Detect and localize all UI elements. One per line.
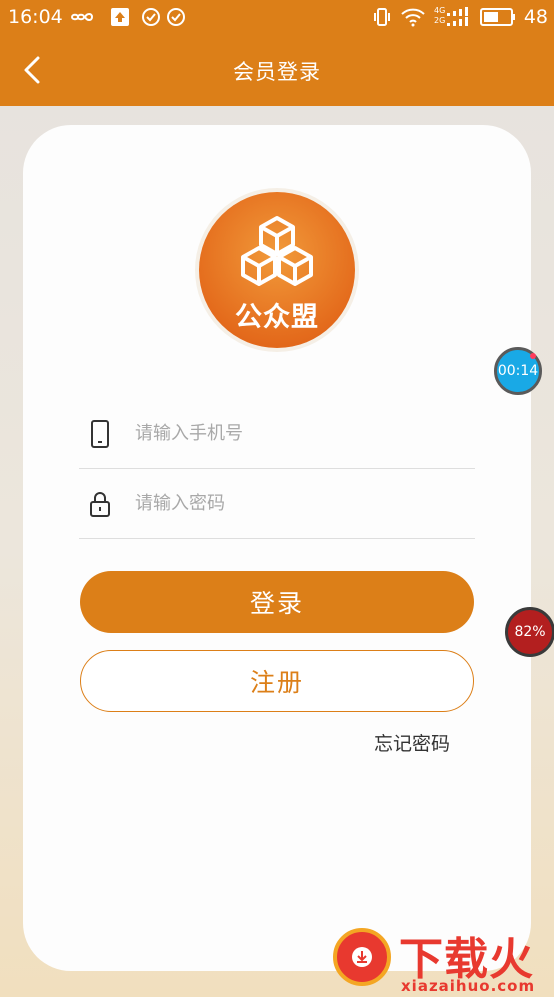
vibrate-icon: [373, 7, 391, 27]
infinity-icon: [70, 7, 100, 27]
password-input[interactable]: [133, 484, 457, 522]
login-button[interactable]: 登录: [80, 571, 474, 633]
forgot-password-link[interactable]: 忘记密码: [374, 729, 450, 756]
brand-logo-text: 公众盟: [235, 302, 319, 333]
lock-icon: [90, 492, 110, 517]
app-bar: 会员登录: [0, 36, 554, 106]
floating-memory-button[interactable]: 82%: [505, 607, 554, 657]
watermark-domain: xiazaihuo.com: [401, 977, 536, 995]
brand-logo: 公众盟: [199, 192, 355, 348]
network-2g-label: 2G: [434, 16, 446, 25]
register-button[interactable]: 注册: [80, 650, 474, 712]
timer-text: 00:14: [497, 363, 539, 379]
page-title: 会员登录: [233, 60, 321, 84]
watermark: 下载火 xiazaihuo.com: [329, 925, 554, 997]
notification-dot: [530, 353, 536, 359]
phone-icon: [91, 420, 109, 448]
status-time: 16:04: [8, 6, 63, 28]
password-field: [79, 468, 475, 539]
check-circle-icon-2: [166, 7, 186, 27]
floating-timer-button[interactable]: 00:14: [494, 347, 542, 395]
network-4g-label: 4G: [434, 6, 446, 15]
signal-icon: 4G 2G: [434, 6, 475, 26]
status-bar: 16:04 4G 2G 48: [0, 0, 554, 36]
watermark-logo-icon: [333, 928, 391, 986]
wifi-icon: [400, 7, 426, 27]
phone-field: [79, 398, 475, 469]
hexagon-cubes-icon: [241, 216, 313, 286]
memory-percent: 82%: [514, 624, 546, 640]
phone-input[interactable]: [133, 414, 457, 452]
upload-icon: [110, 7, 130, 27]
battery-level: 48: [523, 6, 548, 28]
check-circle-icon: [141, 7, 161, 27]
battery-icon: [480, 7, 516, 27]
